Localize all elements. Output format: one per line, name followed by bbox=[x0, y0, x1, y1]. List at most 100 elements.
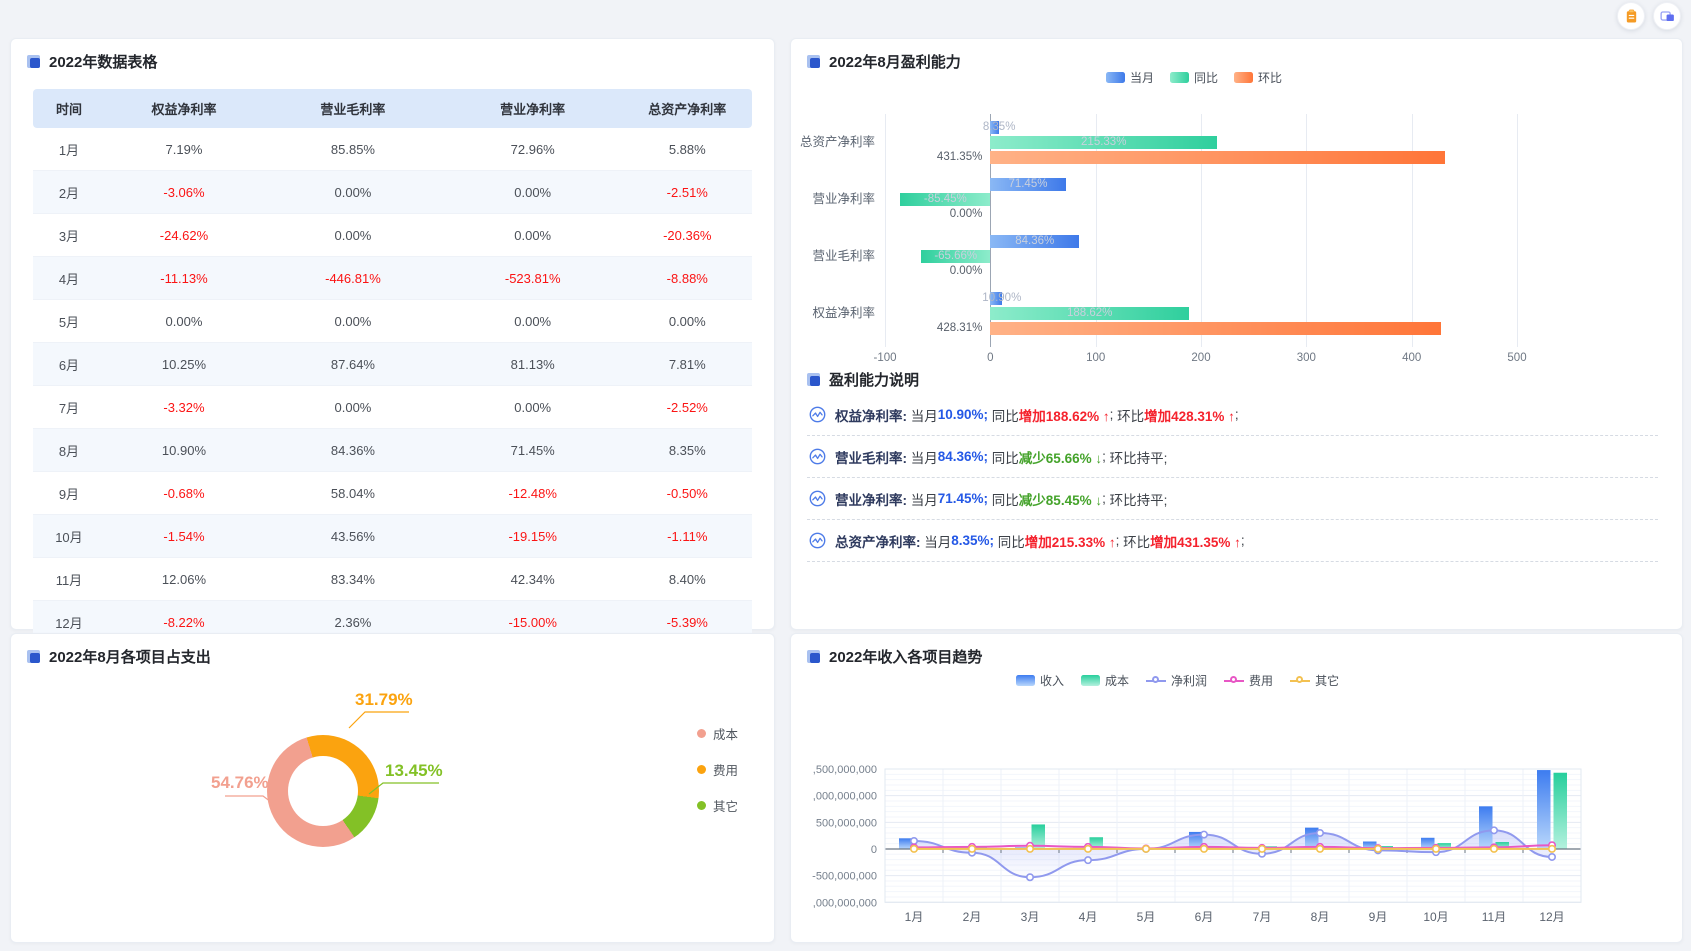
table-cell: 0.00% bbox=[443, 386, 623, 429]
svg-text:,500,000,000: ,500,000,000 bbox=[813, 764, 877, 776]
column-header: 营业净利率 bbox=[443, 89, 623, 128]
legend-item[interactable]: 其它 bbox=[697, 796, 738, 815]
column-header: 总资产净利率 bbox=[623, 89, 752, 128]
note-segment: 营业净利率: bbox=[835, 489, 911, 509]
trend-circle-icon bbox=[809, 532, 826, 549]
table-cell: 0.00% bbox=[443, 300, 623, 343]
pie-legend: 成本费用其它 bbox=[697, 724, 738, 815]
legend-label: 成本 bbox=[1105, 672, 1129, 689]
bar-value-label: 84.36% bbox=[990, 235, 1079, 248]
legend-item[interactable]: 净利润 bbox=[1146, 672, 1207, 689]
window-switch-button[interactable] bbox=[1653, 2, 1681, 30]
table-cell: 0.00% bbox=[443, 214, 623, 257]
svg-text:4月: 4月 bbox=[1079, 910, 1098, 924]
note-segment: ; bbox=[1116, 533, 1124, 548]
table-cell: -1.54% bbox=[105, 515, 263, 558]
table-cell: 72.96% bbox=[443, 128, 623, 171]
trend-chart-legend: 收入 成本 净利润 费用其它 bbox=[1016, 672, 1339, 689]
bar-value-label: 71.45% bbox=[990, 178, 1065, 191]
table-row: 2月-3.06%0.00%0.00%-2.51% bbox=[33, 171, 752, 214]
table-row: 11月12.06%83.34%42.34%8.40% bbox=[33, 558, 752, 601]
legend-dot bbox=[697, 765, 706, 774]
table-cell: -24.62% bbox=[105, 214, 263, 257]
legend-dot bbox=[697, 729, 706, 738]
legend-item[interactable]: 费用 bbox=[1224, 672, 1273, 689]
legend-label: 收入 bbox=[1040, 672, 1064, 689]
table-cell: 7.81% bbox=[623, 343, 752, 386]
note-segment: 减少65.66% ↓ bbox=[1019, 447, 1102, 467]
x-axis-tick-label: -100 bbox=[861, 352, 909, 364]
note-segment: 当月 bbox=[911, 447, 938, 467]
bar-segment bbox=[990, 322, 1441, 335]
bar-value-label: 8.35% bbox=[973, 121, 1025, 134]
legend-label: 其它 bbox=[713, 796, 738, 815]
table-row: 3月-24.62%0.00%0.00%-20.36% bbox=[33, 214, 752, 257]
bar-value-label: -85.45% bbox=[900, 193, 990, 206]
gridline bbox=[1306, 114, 1307, 347]
table-cell: -2.52% bbox=[623, 386, 752, 429]
panel-title-icon bbox=[807, 650, 820, 663]
note-segment: 环比 bbox=[1117, 405, 1144, 425]
svg-text:7月: 7月 bbox=[1253, 910, 1272, 924]
legend-item[interactable]: 同比 bbox=[1170, 69, 1218, 86]
pie-label-fees: 31.79% bbox=[355, 690, 413, 710]
pie-label-cost: 54.76% bbox=[211, 773, 269, 793]
svg-text:6月: 6月 bbox=[1195, 910, 1214, 924]
table-cell: 43.56% bbox=[263, 515, 443, 558]
legend-item[interactable]: 成本 bbox=[697, 724, 738, 743]
clipboard-icon bbox=[1624, 9, 1639, 24]
table-cell: 7.19% bbox=[105, 128, 263, 171]
panel-title: 2022年8月盈利能力 bbox=[829, 51, 961, 72]
bar-value-label: 215.33% bbox=[990, 136, 1217, 149]
legend-label: 净利润 bbox=[1171, 672, 1207, 689]
note-segment: 84.36%; bbox=[938, 449, 992, 464]
table-cell: 10月 bbox=[33, 515, 105, 558]
note-segment: ; bbox=[1102, 449, 1110, 464]
legend-label: 当月 bbox=[1130, 69, 1154, 86]
table-cell: -3.06% bbox=[105, 171, 263, 214]
table-row: 4月-11.13%-446.81%-523.81%-8.88% bbox=[33, 257, 752, 300]
profit-note: 总资产净利率: 当月8.35%; 同比增加215.33% ↑; 环比增加431.… bbox=[807, 520, 1658, 562]
legend-item[interactable]: 当月 bbox=[1106, 69, 1154, 86]
table-cell: 0.00% bbox=[443, 171, 623, 214]
table-cell: 2月 bbox=[33, 171, 105, 214]
legend-label: 费用 bbox=[1249, 672, 1273, 689]
note-segment: 同比 bbox=[992, 489, 1019, 509]
svg-text:,000,000,000: ,000,000,000 bbox=[813, 897, 877, 909]
legend-chip bbox=[1016, 675, 1035, 686]
bi-dashboard: { "toolbar": { "buttons": [ {"icon": "cl… bbox=[0, 0, 1691, 951]
notes-header: 盈利能力说明 bbox=[807, 369, 1658, 390]
pie-leader-lines bbox=[11, 634, 774, 942]
svg-text:12月: 12月 bbox=[1539, 910, 1564, 924]
x-axis-tick-label: 500 bbox=[1493, 352, 1541, 364]
gridline bbox=[1412, 114, 1413, 347]
table-cell: -19.15% bbox=[443, 515, 623, 558]
category-label: 权益净利率 bbox=[791, 285, 875, 342]
category-label: 营业毛利率 bbox=[791, 228, 875, 285]
table-cell: 0.00% bbox=[105, 300, 263, 343]
table-cell: 71.45% bbox=[443, 429, 623, 472]
donut-chart[interactable] bbox=[267, 735, 379, 847]
table-cell: 4月 bbox=[33, 257, 105, 300]
legend-ring bbox=[1230, 676, 1237, 683]
x-axis-tick-label: 300 bbox=[1282, 352, 1330, 364]
profit-note: 营业毛利率: 当月84.36%; 同比减少65.66% ↓; 环比持平; bbox=[807, 436, 1658, 478]
note-segment: 营业毛利率: bbox=[835, 447, 911, 467]
report-button[interactable] bbox=[1617, 2, 1645, 30]
legend-item[interactable]: 其它 bbox=[1290, 672, 1339, 689]
svg-text:5月: 5月 bbox=[1137, 910, 1156, 924]
bar-value-label: 10.90% bbox=[976, 292, 1028, 305]
note-segment: 同比 bbox=[992, 447, 1019, 467]
table-cell: 5.88% bbox=[623, 128, 752, 171]
legend-item[interactable]: 费用 bbox=[697, 760, 738, 779]
panel-title-icon bbox=[807, 373, 820, 386]
legend-item[interactable]: 环比 bbox=[1234, 69, 1282, 86]
legend-item[interactable]: 成本 bbox=[1081, 672, 1129, 689]
note-segment: ; bbox=[1241, 533, 1249, 548]
note-segment: 增加215.33% ↑ bbox=[1025, 531, 1116, 551]
legend-item[interactable]: 收入 bbox=[1016, 672, 1064, 689]
panel-title-icon bbox=[27, 650, 40, 663]
svg-text:,000,000,000: ,000,000,000 bbox=[813, 791, 877, 803]
table-cell: 0.00% bbox=[263, 386, 443, 429]
note-segment: 同比 bbox=[992, 405, 1019, 425]
